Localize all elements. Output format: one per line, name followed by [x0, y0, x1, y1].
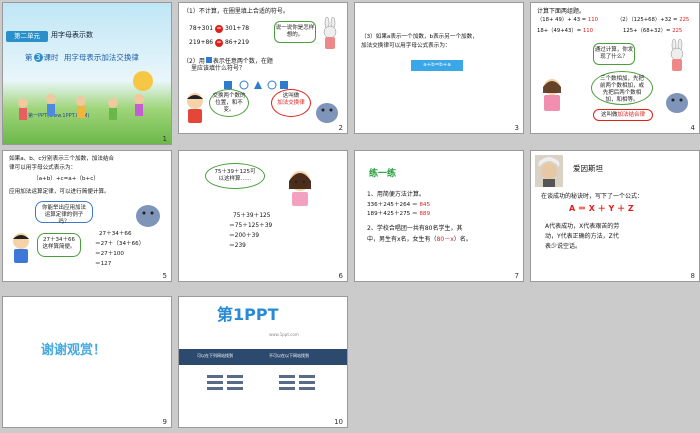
speech-bubble: 75＋39＋125可以这样算…… [205, 163, 265, 189]
equal-circle: = [215, 39, 224, 47]
text-line: 如果a、b、c分别表示三个加数，加法结合 [9, 156, 115, 162]
lesson-line: 第 3 课时 用字母表示加法交换律 [25, 53, 139, 62]
practice-heading: 练一练 [369, 169, 397, 179]
lesson-number-badge: 3 [33, 53, 43, 62]
formula: （a+b）+c=a+（b+c） [33, 176, 99, 182]
slide-thumbnail-3[interactable]: （3）如果a表示一个加数，b表示另一个加数， 加法交换律可以用字母公式表示为： … [354, 2, 524, 134]
text-line: 中，男生有x名，女生有（80－x）名。 [367, 236, 472, 243]
qr-links-right [279, 375, 319, 399]
calc-step: ＝127 [95, 261, 112, 267]
calc-step: ＝27＋100 [95, 251, 124, 257]
speech-bubble: 27＋34＋66 这样算简便。 [37, 233, 81, 257]
slide-thumbnail-2[interactable]: （1）不计算，在圈里填上合适的符号。 78+301 = 301+78 219+8… [178, 2, 348, 134]
text-line: 在谈成功的秘诀时，写下了一个公式： [541, 193, 644, 200]
speech-bubble: 三个数相加，先把前两个数相加，或先把后两个数相加，和相等。 [591, 71, 653, 105]
formula-box: a+b=b+a [411, 60, 463, 71]
calc-row: （18+ 49）+ 43 = 110 [537, 17, 598, 23]
speech-bubble: 这叫做加法结合律 [593, 109, 653, 121]
slide-thumbnail-1[interactable]: 第二单元 用字母表示数 第 3 课时 用字母表示加法交换律 第一PPT(www.1P… [2, 2, 172, 145]
speech-bubble: 通过计算，你发现了什么？ [593, 43, 635, 65]
equation-2: 219+86 = 86+219 [189, 39, 250, 47]
logo-subtitle: www.1ppt.com [269, 332, 299, 337]
speech-bubble: 你能举出应用加法运算定律的例子吗？ [35, 201, 93, 225]
rabbit-icon [319, 16, 341, 51]
elephant-icon [313, 97, 341, 129]
slide-title: 计算下面两组题。 [537, 8, 586, 15]
boy-icon [9, 231, 33, 269]
qr-links-left [207, 375, 247, 399]
elephant-icon [133, 199, 163, 233]
text-line: 1、用简便方法计算。 [367, 191, 425, 198]
text-line: （3）如果a表示一个加数，b表示另一个加数， [361, 34, 478, 40]
speech-bubble: 这叫做 加法交换律 [271, 89, 311, 117]
calc-step: ＝239 [229, 243, 246, 249]
calc-step: ＝200＋39 [229, 233, 260, 239]
einstein-portrait [535, 155, 563, 191]
slide-number: 10 [334, 418, 343, 426]
equation-1: 78+301 = 301+78 [189, 25, 250, 33]
slide-number: 2 [338, 124, 343, 132]
slide-sorter-view: { "slides": [ { "number": "1", "badge": … [0, 0, 700, 433]
rabbit-icon [665, 38, 689, 77]
slide-thumbnail-5[interactable]: 如果a、b、c分别表示三个加数，加法结合 律可以用字母公式表示为： （a+b）+… [2, 150, 172, 282]
speech-bubble: 说一说你是怎样想的。 [274, 21, 316, 43]
slide-thumbnail-4[interactable]: 计算下面两组题。 （18+ 49）+ 43 = 110 （2）（125+68）+… [530, 2, 700, 134]
slide-number: 1 [162, 135, 167, 143]
kids-illustration [18, 71, 153, 120]
text-line: 加法交换律可以用字母公式表示为： [361, 43, 451, 49]
slide-thumbnail-10[interactable]: 第1PPT www.1ppt.com 可以在下列网站找到 不可以在以下网站找到 … [178, 296, 348, 428]
calc-step: 75＋39＋125 [233, 213, 271, 219]
unit-header: 用字母表示数 [51, 31, 93, 39]
slide-number: 7 [514, 272, 519, 280]
unit-badge: 第二单元 [6, 31, 48, 42]
text-line: 动，Y代表正确的方法，Z代 [545, 233, 619, 240]
slide-thumbnail-6[interactable]: 75＋39＋125可以这样算…… 75＋39＋125 ＝75＋125＋39 ＝2… [178, 150, 348, 282]
equal-circle: = [215, 25, 224, 33]
calc-row: （2）（125+68）+32 = 225 [617, 17, 690, 23]
girl-icon [285, 167, 315, 211]
girl-icon [539, 77, 565, 117]
elephant-icon [663, 87, 691, 119]
text-line: 律可以用字母公式表示为： [9, 165, 77, 171]
text-line: 表少说空话。 [545, 243, 582, 250]
ppt-logo: 第1PPT [217, 305, 279, 324]
boy-icon [183, 91, 207, 129]
calc-step: ＝75＋125＋39 [229, 223, 273, 229]
slide-number: 9 [162, 418, 167, 426]
calc-row: 336＋245＋264 ＝ 845 [367, 202, 431, 208]
info-col-1: 可以在下列网站找到 [197, 353, 233, 358]
calc-row: 18+（49+43）= 110 [537, 28, 593, 34]
speech-bubble: 交换两个数的位置，和不变。 [209, 89, 249, 117]
text-line: A代表成功，X代表艰苦的劳 [545, 223, 620, 230]
formula: A ＝ X ＋ Y ＋ Z [569, 204, 634, 213]
lesson-title: 用字母表示加法交换律 [63, 53, 139, 62]
thanks-text: 谢谢观赏！ [41, 343, 107, 358]
calc-row: 189＋425＋275 ＝ 889 [367, 211, 431, 217]
slide-number: 5 [162, 272, 167, 280]
slide-number: 3 [514, 124, 519, 132]
slide-number: 4 [690, 124, 695, 132]
text-line: 2、学校合唱团一共有80名学生，其 [367, 225, 463, 232]
text-line: 应用加法运算定律，可以进行简便计算。 [9, 189, 110, 195]
slide-number: 6 [338, 272, 343, 280]
question-1: （1）不计算，在圈里填上合适的符号。 [183, 8, 289, 15]
info-col-2: 不可以在以下网站找到 [269, 353, 309, 358]
person-name: 爱因斯坦 [573, 164, 603, 173]
calc-row: 125+（68+32）= 225 [623, 28, 683, 34]
slide-thumbnail-8[interactable]: 爱因斯坦 在谈成功的秘诀时，写下了一个公式： A ＝ X ＋ Y ＋ Z A代表… [530, 150, 700, 282]
slide-number: 8 [690, 272, 695, 280]
calc-step: 27＋34＋66 [99, 231, 132, 237]
question-2-line2: 里应该填什么符号？ [191, 65, 246, 72]
slide-thumbnail-7[interactable]: 练一练 1、用简便方法计算。 336＋245＋264 ＝ 845 189＋425… [354, 150, 524, 282]
slide-thumbnail-9[interactable]: 谢谢观赏！ 9 [2, 296, 172, 428]
calc-step: ＝27＋（34＋66） [95, 241, 145, 247]
